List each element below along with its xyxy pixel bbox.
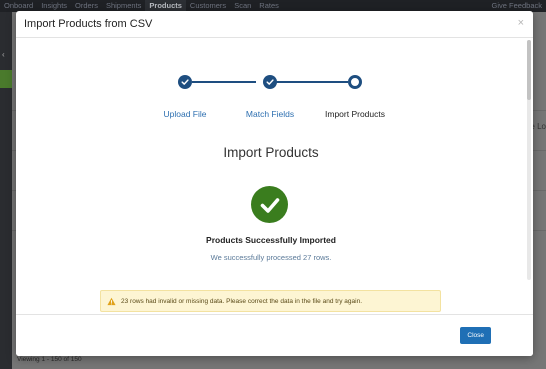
warning-icon	[107, 297, 116, 305]
background-pagination-text: Viewing 1 - 150 of 150	[17, 356, 82, 363]
background-active-marker	[0, 70, 12, 88]
modal-body: Upload File Match Fields Import Products…	[16, 38, 526, 314]
chevron-left-icon: ‹	[2, 50, 5, 59]
background-sidebar	[0, 12, 12, 369]
stepper-connector	[192, 81, 256, 83]
close-icon[interactable]: ×	[518, 17, 524, 29]
step-import-products-current-icon	[348, 75, 362, 89]
modal-scrollbar[interactable]	[527, 40, 531, 280]
close-button[interactable]: Close	[460, 327, 491, 344]
modal-footer: Close	[16, 314, 533, 356]
import-heading: Import Products	[223, 145, 319, 160]
step-label-upload-file[interactable]: Upload File	[164, 109, 207, 119]
modal-scrollbar-thumb[interactable]	[527, 40, 531, 100]
step-label-match-fields[interactable]: Match Fields	[246, 109, 294, 119]
modal-title: Import Products from CSV	[24, 18, 153, 30]
warning-alert: 23 rows had invalid or missing data. Ple…	[100, 290, 441, 312]
warning-message: 23 rows had invalid or missing data. Ple…	[121, 297, 362, 305]
stepper-connector	[276, 81, 348, 83]
success-title: Products Successfully Imported	[206, 235, 336, 245]
step-match-fields-check-icon	[263, 75, 277, 89]
import-products-modal: Import Products from CSV × Upload File M…	[16, 11, 533, 356]
step-upload-file-check-icon	[178, 75, 192, 89]
success-subtitle: We successfully processed 27 rows.	[210, 253, 332, 262]
step-label-import-products: Import Products	[325, 109, 385, 119]
success-check-icon	[251, 186, 288, 223]
modal-header: Import Products from CSV ×	[16, 11, 533, 38]
